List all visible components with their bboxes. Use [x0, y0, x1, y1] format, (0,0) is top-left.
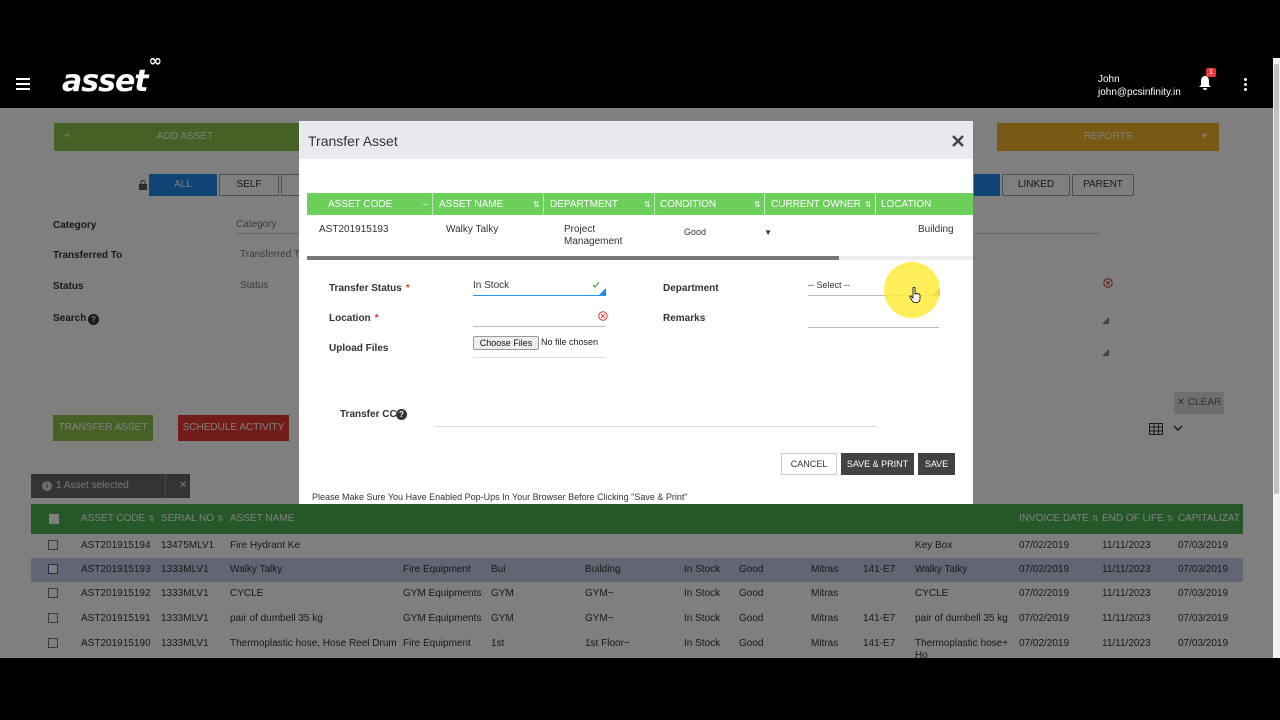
transfer-cc-label: Transfer CC	[340, 409, 397, 420]
cell-department: Project Management	[564, 224, 623, 247]
choose-files-button[interactable]: Choose Files	[473, 336, 539, 350]
upload-files-label: Upload Files	[329, 343, 389, 354]
condition-select[interactable]: Good ▼	[684, 227, 772, 243]
col-department[interactable]: DEPARTMENT	[550, 199, 618, 210]
sort-icon: ⇅	[754, 200, 761, 209]
required-mark: *	[374, 313, 379, 324]
transfer-status-select[interactable]: In Stock	[473, 280, 509, 291]
transfer-cc-input[interactable]	[434, 426, 877, 427]
bell-icon[interactable]	[1197, 75, 1213, 91]
user-name: John	[1098, 74, 1120, 85]
user-info[interactable]: John john@pcsinfinity.in	[1098, 73, 1181, 99]
remarks-label: Remarks	[663, 313, 706, 324]
modal-table-row: AST201915193 Walky Talky Project Managem…	[307, 215, 973, 255]
logo-infinity: ∞	[148, 58, 162, 70]
logo-text: asset	[62, 64, 149, 99]
notification-badge: 1	[1206, 68, 1216, 77]
col-divider	[654, 193, 655, 215]
modal-header: Transfer Asset	[299, 121, 973, 159]
menu-icon[interactable]	[16, 78, 30, 90]
save-button[interactable]: SAVE	[918, 453, 955, 475]
dropdown-corner-icon	[599, 288, 606, 295]
required-mark: *	[405, 283, 410, 294]
col-condition[interactable]: CONDITION	[660, 199, 716, 210]
transfer-status-label: Transfer Status *	[329, 283, 410, 294]
sort-icon: ⇅	[865, 200, 872, 209]
screen-frame: asset∞ John john@pcsinfinity.in 1 +ADD A…	[0, 0, 1280, 720]
hand-cursor-icon	[909, 287, 921, 303]
sort-icon: ⇅	[644, 200, 651, 209]
location-label: Location *	[329, 313, 379, 324]
col-asset-name[interactable]: ASSET NAME	[439, 199, 503, 210]
transfer-status-label-text: Transfer Status	[329, 283, 402, 294]
top-bar: asset∞ John john@pcsinfinity.in 1	[0, 58, 1273, 108]
transfer-asset-modal: Transfer Asset ASSET CODE – ASSET NAME ⇅…	[299, 121, 973, 504]
popup-note: Please Make Sure You Have Enabled Pop-Up…	[312, 492, 688, 502]
department-select[interactable]: -- Select --	[808, 280, 850, 290]
save-print-button[interactable]: SAVE & PRINT	[841, 453, 914, 475]
department-label: Department	[663, 283, 719, 294]
no-file-text: No file chosen	[541, 337, 599, 347]
help-icon[interactable]: ?	[396, 409, 407, 420]
cancel-button[interactable]: CANCEL	[781, 453, 837, 475]
cell-asset-code: AST201915193	[319, 224, 389, 235]
col-location[interactable]: LOCATION	[881, 199, 931, 210]
modal-table-header: ASSET CODE – ASSET NAME ⇅ DEPARTMENT ⇅ C…	[307, 193, 973, 215]
close-icon[interactable]	[951, 134, 965, 148]
cell-location: Building	[918, 224, 954, 235]
page-scrollbar-thumb[interactable]	[1274, 64, 1279, 494]
modal-table-scrollbar-thumb[interactable]	[307, 256, 839, 260]
sort-icon: –	[423, 200, 428, 209]
modal-title: Transfer Asset	[308, 133, 398, 149]
col-divider	[875, 193, 876, 215]
col-current-owner[interactable]: CURRENT OWNER	[771, 199, 861, 210]
condition-value: Good	[684, 227, 707, 237]
cell-asset-name: Walky Talky	[446, 224, 499, 235]
app-logo[interactable]: asset∞	[62, 58, 162, 99]
more-options-icon[interactable]	[1244, 78, 1248, 93]
sort-icon: ⇅	[533, 200, 540, 209]
col-asset-code[interactable]: ASSET CODE	[328, 199, 392, 210]
upload-underline	[473, 357, 606, 358]
user-email: john@pcsinfinity.in	[1098, 87, 1181, 98]
location-input[interactable]	[473, 326, 606, 327]
caret-down-icon: ▼	[764, 228, 772, 237]
remarks-input[interactable]	[808, 327, 939, 328]
col-divider	[543, 193, 544, 215]
transfer-status-underline	[473, 295, 606, 296]
location-label-text: Location	[329, 313, 371, 324]
clear-circle-icon[interactable]	[598, 311, 608, 321]
col-divider	[432, 193, 433, 215]
col-divider	[764, 193, 765, 215]
